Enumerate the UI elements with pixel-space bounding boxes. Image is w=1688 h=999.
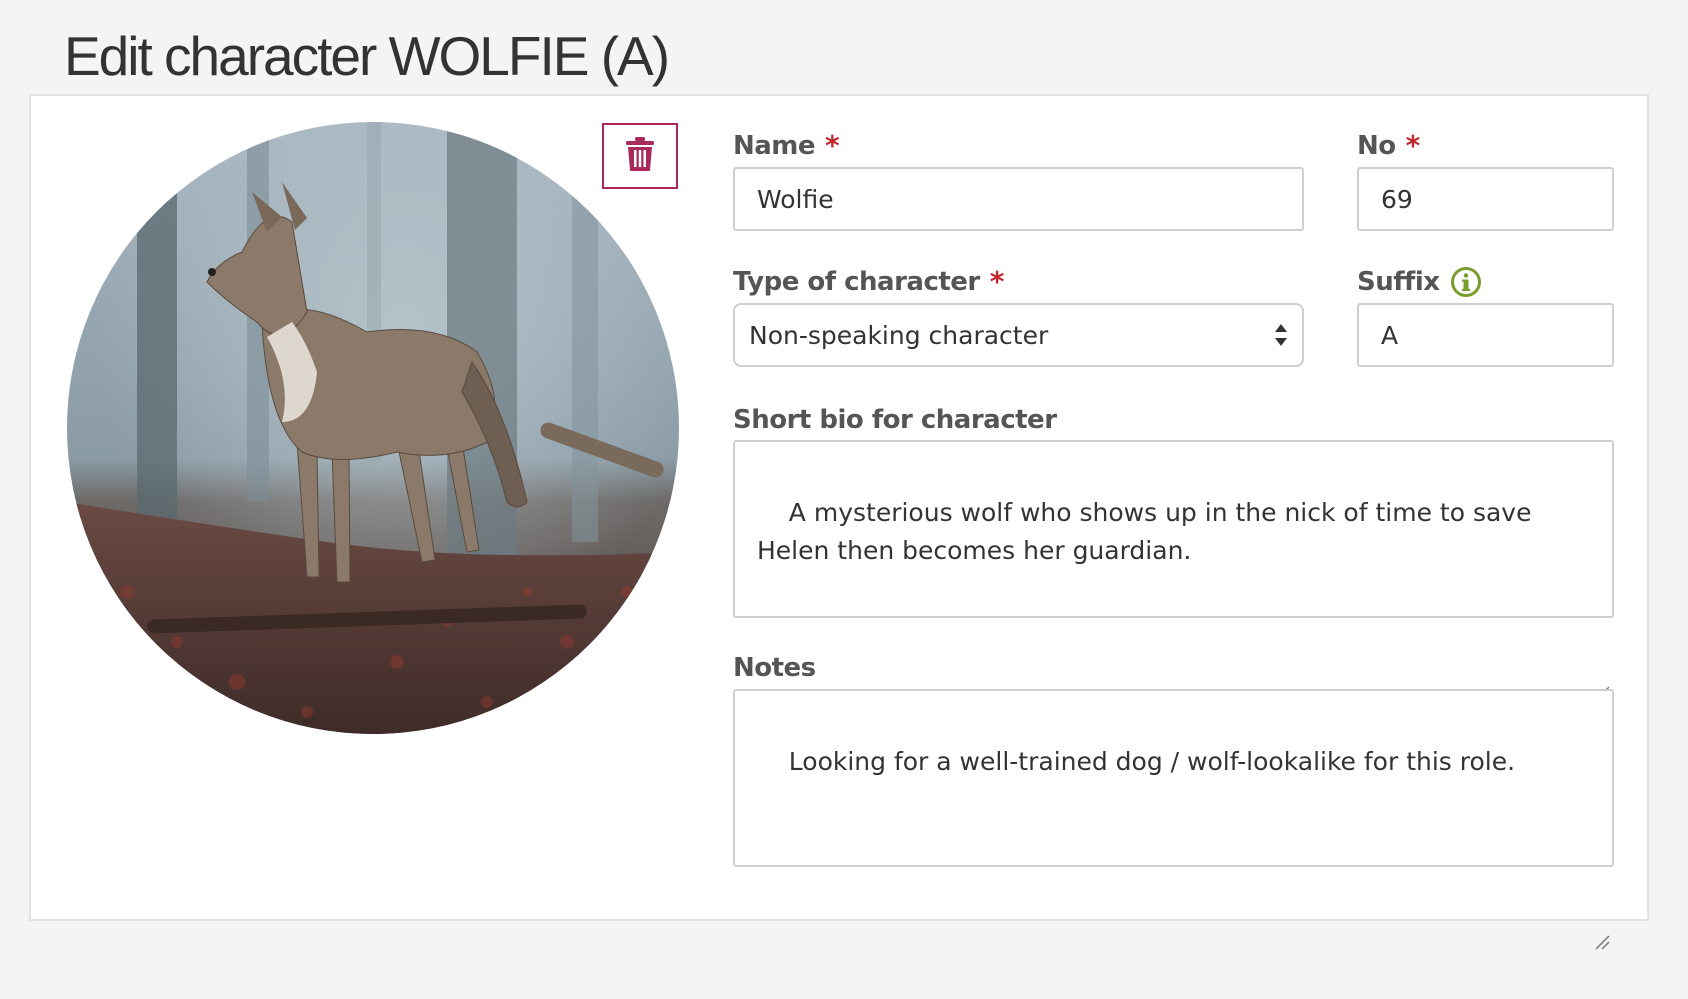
- delete-photo-button[interactable]: [602, 123, 678, 189]
- suffix-label: Suffix: [1357, 266, 1482, 298]
- required-marker: *: [989, 265, 1005, 298]
- required-marker: *: [1405, 129, 1421, 162]
- bio-label: Short bio for character: [733, 405, 1057, 435]
- type-select[interactable]: Non-speaking character: [733, 303, 1304, 367]
- info-icon[interactable]: [1450, 266, 1482, 298]
- character-photo: [67, 122, 679, 734]
- number-input[interactable]: [1357, 167, 1614, 231]
- trash-icon: [625, 136, 655, 176]
- notes-label: Notes: [733, 653, 816, 683]
- character-edit-card: Name * No * Type of character * Non-spea…: [29, 94, 1649, 950]
- name-label: Name *: [733, 129, 840, 162]
- type-select-value: Non-speaking character: [749, 320, 1049, 350]
- notes-textarea[interactable]: Looking for a well-trained dog / wolf-lo…: [733, 689, 1614, 950]
- suffix-input[interactable]: [1357, 303, 1614, 367]
- resize-handle-icon[interactable]: [1594, 847, 1610, 950]
- type-label: Type of character *: [733, 265, 1005, 298]
- required-marker: *: [825, 129, 840, 162]
- notes-text: Looking for a well-trained dog / wolf-lo…: [788, 747, 1516, 776]
- resize-handle-icon[interactable]: [1594, 598, 1610, 701]
- bio-text: A mysterious wolf who shows up in the ni…: [757, 498, 1540, 565]
- page-title: Edit character WOLFIE (A): [64, 25, 670, 87]
- name-input[interactable]: [733, 167, 1304, 231]
- bio-textarea[interactable]: A mysterious wolf who shows up in the ni…: [733, 440, 1614, 701]
- number-label: No *: [1357, 129, 1421, 162]
- select-arrows-icon: [1274, 322, 1288, 348]
